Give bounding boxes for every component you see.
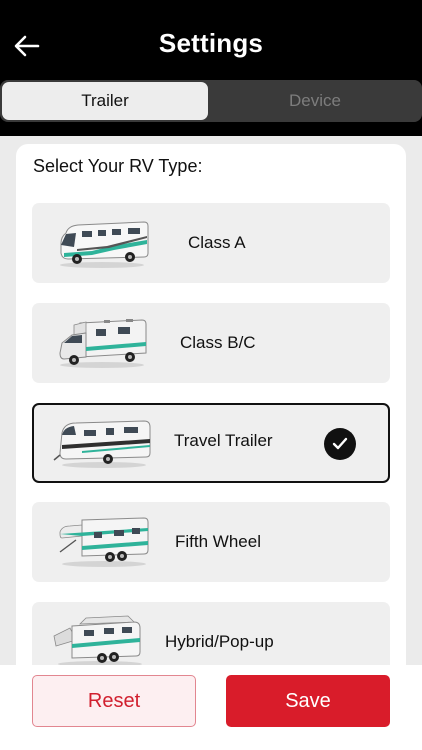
selected-check-icon (324, 428, 356, 460)
page-title: Settings (158, 28, 264, 58)
class-a-motorhome-image (60, 221, 149, 268)
rv-option-class-a[interactable]: Class A (32, 203, 390, 283)
tab-device[interactable]: Device (210, 82, 420, 120)
tab-trailer[interactable]: Trailer (2, 82, 208, 120)
tab-bar: Trailer Device (0, 80, 422, 122)
rv-option-class-bc[interactable]: Class B/C (32, 303, 390, 383)
hybrid-popup-image (53, 615, 142, 667)
fifth-wheel-image (59, 517, 149, 567)
rv-option-label: Hybrid/Pop-up (165, 632, 274, 651)
travel-trailer-image (53, 420, 151, 468)
rv-option-label: Class A (188, 233, 246, 252)
rv-option-label: Fifth Wheel (175, 532, 261, 551)
rv-type-panel: Select Your RV Type: Class A Class B/C T… (16, 144, 406, 674)
rv-type-prompt: Select Your RV Type: (33, 156, 203, 176)
action-footer: Reset Save (0, 665, 422, 750)
rv-option-label: Travel Trailer (174, 431, 273, 450)
rv-option-label: Class B/C (180, 333, 256, 352)
app-header: Settings Trailer Device (0, 0, 422, 136)
rv-option-fifth-wheel[interactable]: Fifth Wheel (32, 502, 390, 582)
class-bc-camper-image (59, 319, 147, 368)
rv-option-hybrid-popup[interactable]: Hybrid/Pop-up (32, 602, 390, 674)
rv-option-travel-trailer[interactable]: Travel Trailer (32, 403, 390, 483)
reset-button[interactable]: Reset (32, 675, 196, 727)
save-button[interactable]: Save (226, 675, 390, 727)
